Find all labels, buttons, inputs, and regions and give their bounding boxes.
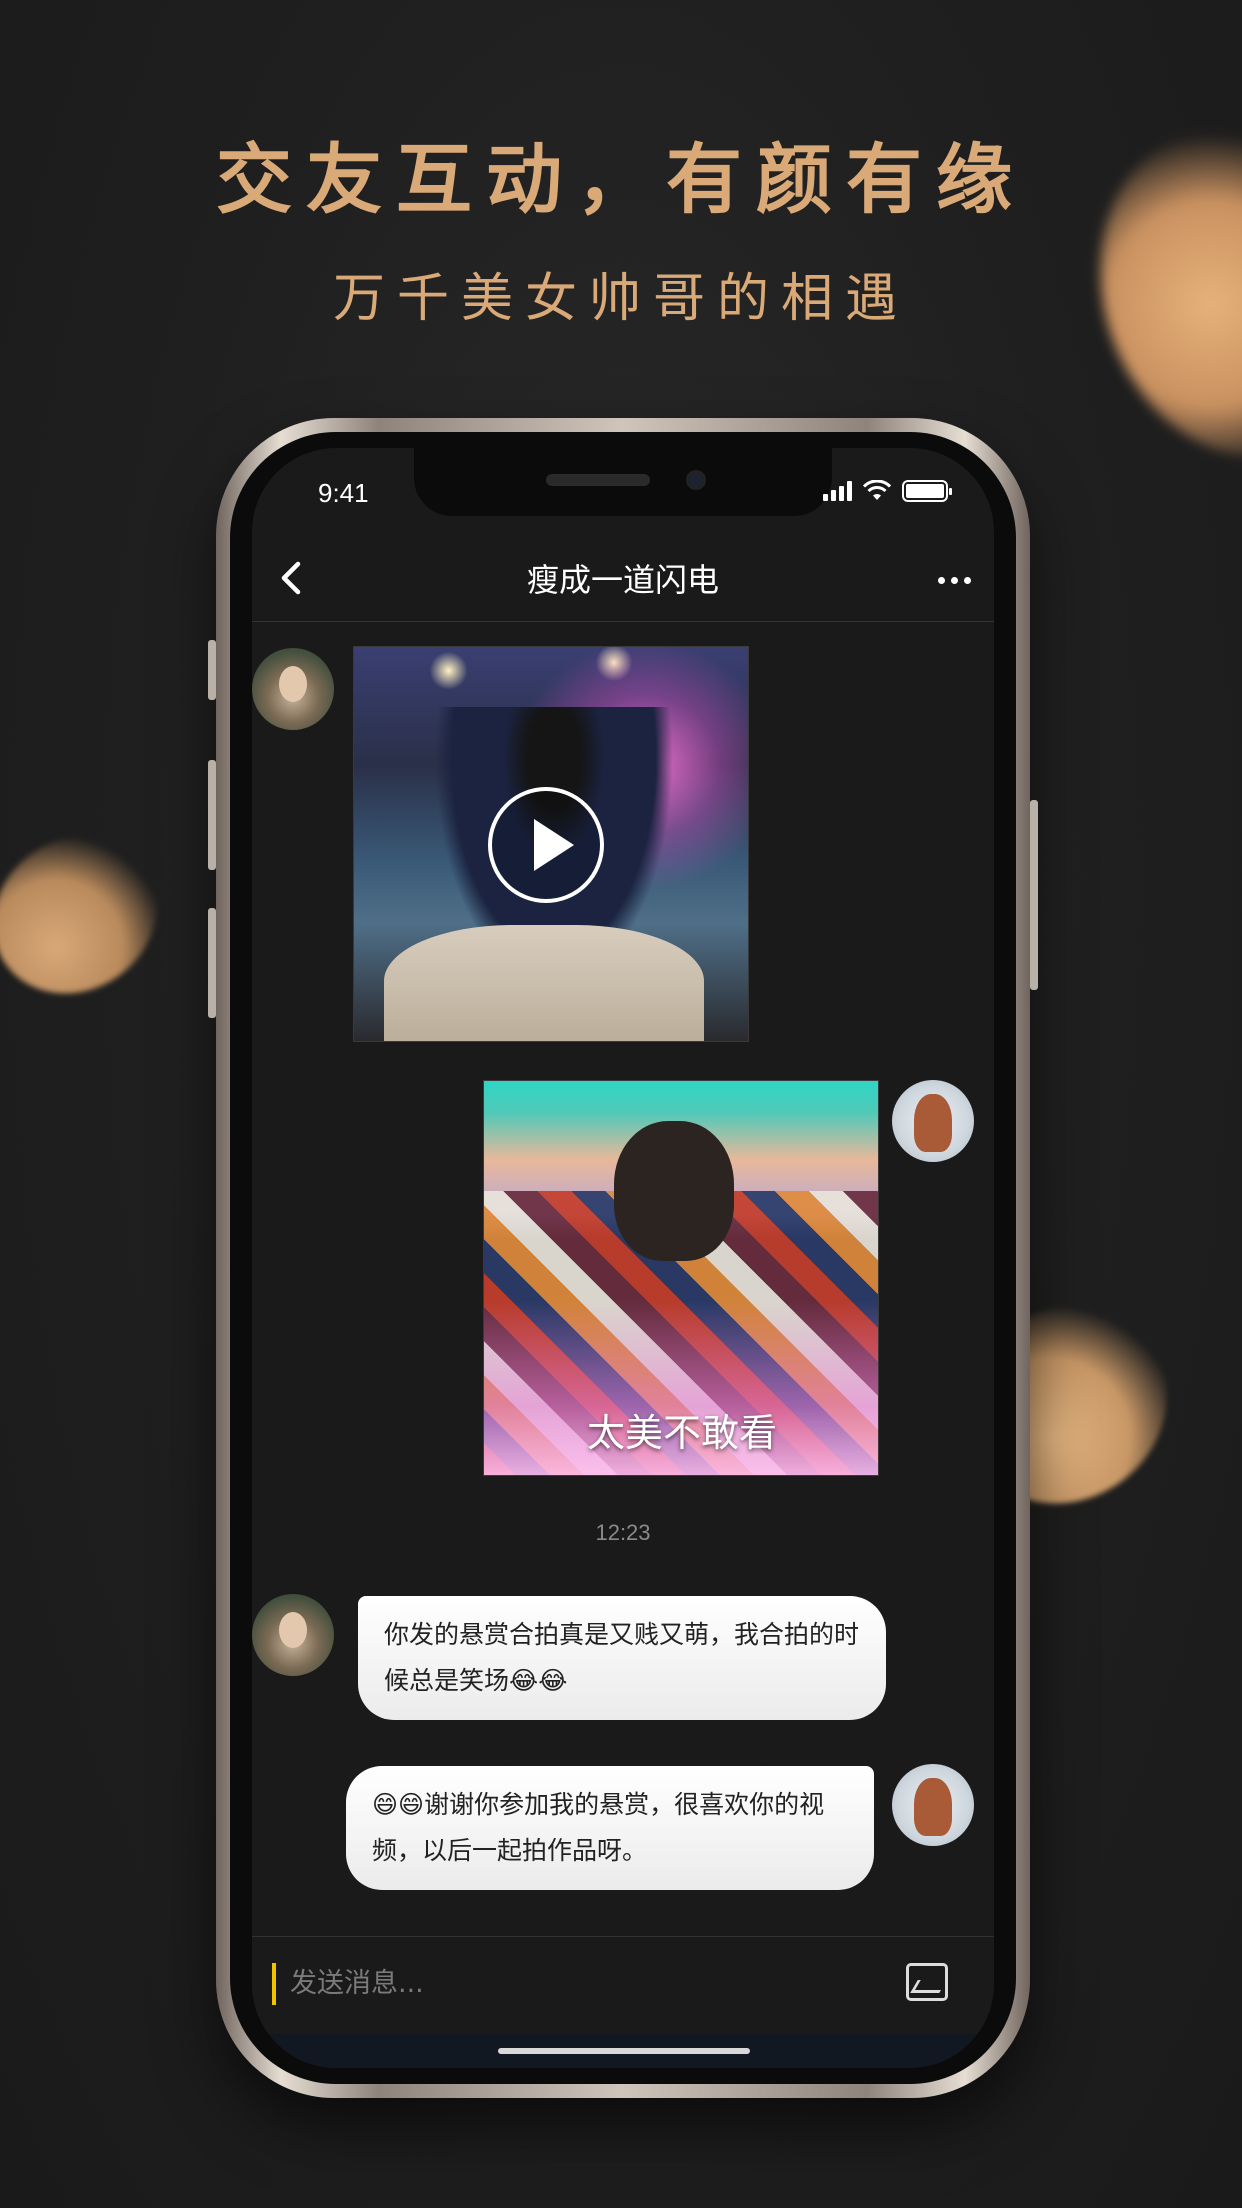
image-message[interactable]: 太美不敢看 xyxy=(483,1080,879,1476)
notch xyxy=(414,448,832,516)
volume-down-button xyxy=(208,908,216,1018)
wifi-icon xyxy=(862,480,892,500)
photo-face xyxy=(614,1121,734,1261)
video-chair xyxy=(384,925,704,1041)
battery-icon xyxy=(902,480,952,502)
message-bubble-right[interactable]: 😄😄谢谢你参加我的悬赏，很喜欢你的视频，以后一起拍作品呀。 xyxy=(346,1766,874,1890)
home-indicator[interactable] xyxy=(498,2048,750,2054)
speaker xyxy=(546,474,650,486)
power-button xyxy=(1030,800,1038,990)
girl-avatar[interactable] xyxy=(252,1594,334,1676)
message-input[interactable]: 发送消息... xyxy=(290,1963,424,2005)
more-icon[interactable] xyxy=(924,552,984,608)
phone-screen: 9:41 瘦成一道闪电 太美不敢看 12:23 你发的悬赏合拍真是又贱又萌，我合… xyxy=(252,448,994,2068)
volume-up-button xyxy=(208,760,216,870)
image-icon[interactable] xyxy=(906,1963,948,2001)
bokeh-decoration xyxy=(0,804,188,1026)
video-message[interactable] xyxy=(353,646,749,1042)
chat-header: 瘦成一道闪电 xyxy=(252,538,994,622)
boy-avatar[interactable] xyxy=(892,1764,974,1846)
signal-icon xyxy=(823,481,852,501)
message-input-bar: 发送消息... xyxy=(252,1936,994,2032)
mute-switch xyxy=(208,640,216,700)
status-time: 9:41 xyxy=(318,478,369,508)
promo-headline: 交友互动，有颜有缘 xyxy=(216,135,1026,224)
play-icon[interactable] xyxy=(488,787,604,903)
message-bubble-left[interactable]: 你发的悬赏合拍真是又贱又萌，我合拍的时候总是笑场😂😂 xyxy=(358,1596,886,1720)
chat-title: 瘦成一道闪电 xyxy=(526,561,719,599)
status-icons xyxy=(823,480,952,502)
photo-caption: 太美不敢看 xyxy=(586,1411,777,1455)
boy-avatar[interactable] xyxy=(892,1080,974,1162)
promo-subline: 万千美女帅哥的相遇 xyxy=(332,269,909,329)
message-timestamp: 12:23 xyxy=(595,1520,651,1545)
input-caret xyxy=(272,1963,276,2005)
girl-avatar[interactable] xyxy=(252,648,334,730)
front-camera xyxy=(686,470,706,490)
